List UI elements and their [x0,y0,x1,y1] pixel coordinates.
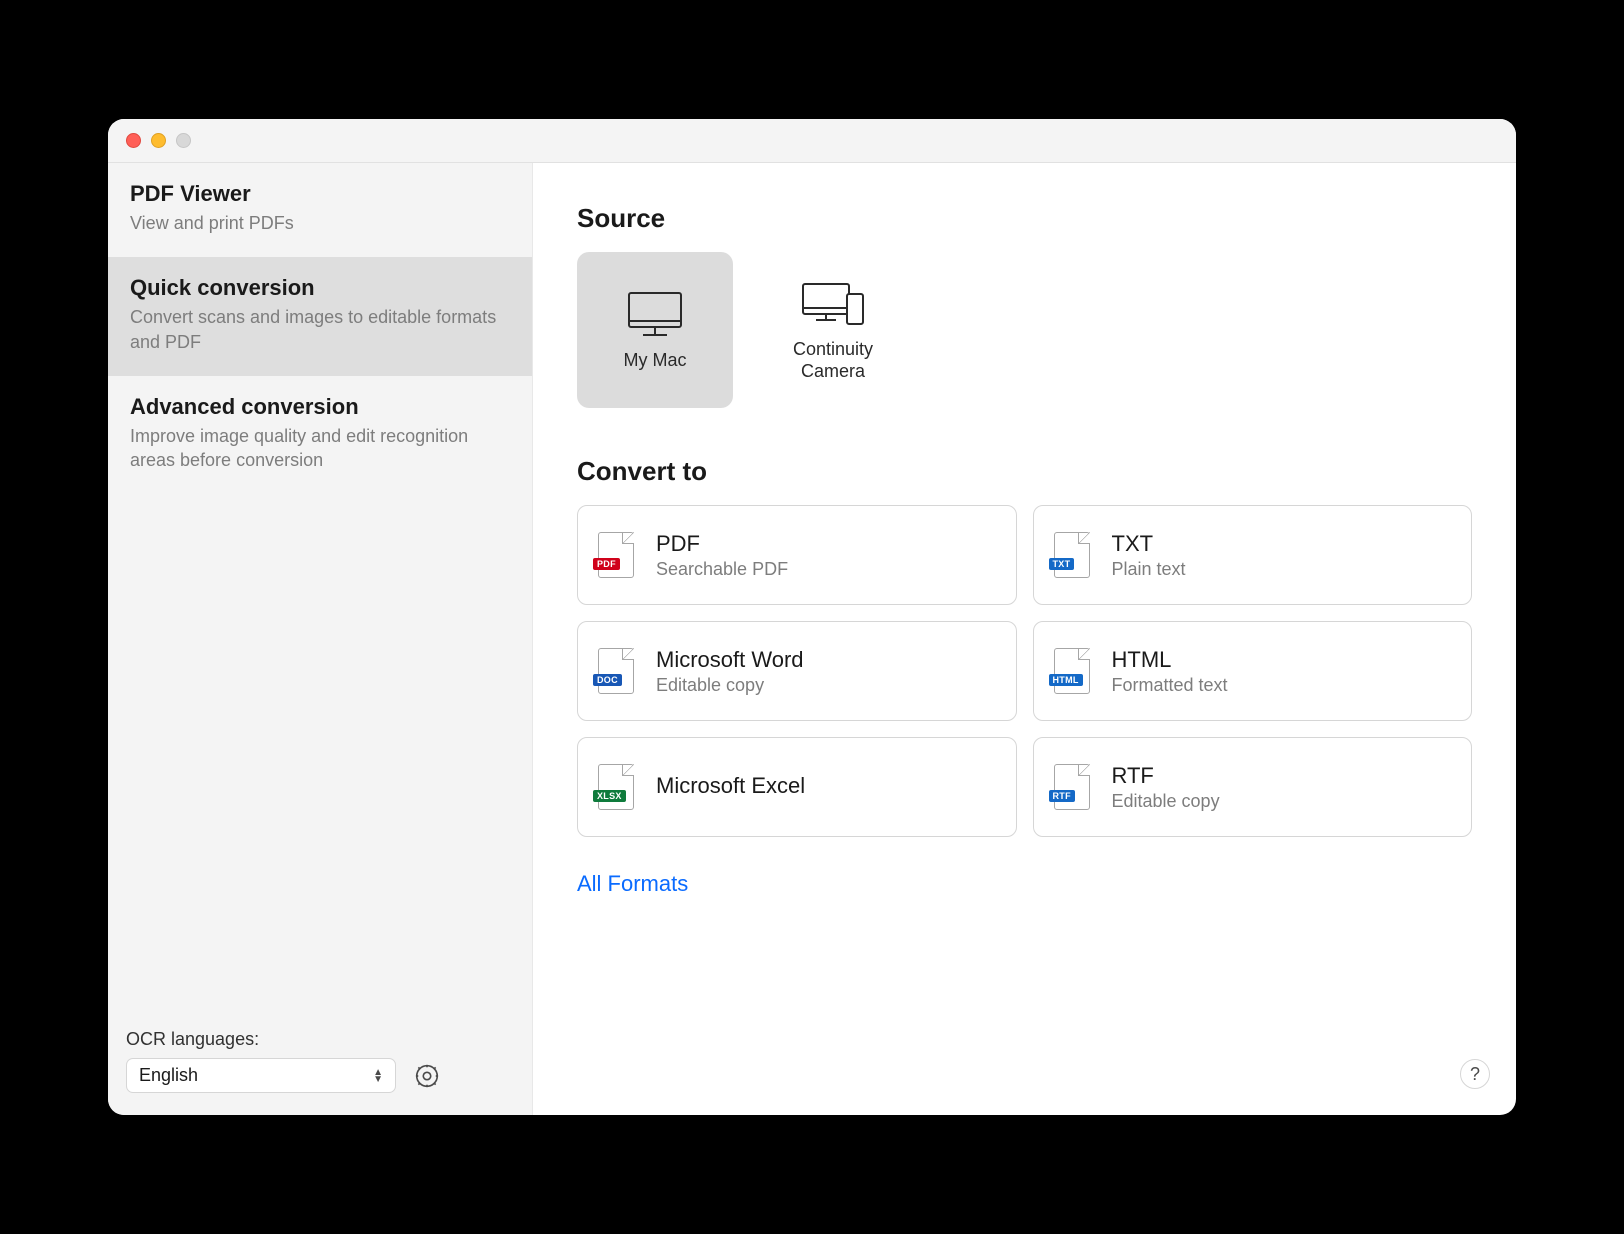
sidebar-footer: OCR languages: English ▲▼ [108,1015,532,1115]
close-icon[interactable] [126,133,141,148]
ocr-languages-label: OCR languages: [126,1029,514,1050]
ocr-language-value: English [139,1065,198,1086]
help-button[interactable]: ? [1460,1059,1490,1089]
format-title: TXT [1112,531,1186,557]
format-title: Microsoft Excel [656,773,805,799]
convert-heading: Convert to [577,456,1472,487]
source-my-mac[interactable]: My Mac [577,252,733,408]
source-heading: Source [577,203,1472,234]
app-window: PDF Viewer View and print PDFs Quick con… [108,119,1516,1115]
sidebar-item-pdf-viewer[interactable]: PDF Viewer View and print PDFs [108,163,532,257]
desktop-icon [623,289,687,339]
format-sub: Plain text [1112,559,1186,580]
sidebar-item-title: Advanced conversion [130,394,510,420]
all-formats-link[interactable]: All Formats [577,871,1472,897]
main-panel: Source My Mac [533,163,1516,1115]
txt-file-icon: TXT [1054,532,1090,578]
format-pdf[interactable]: PDF PDF Searchable PDF [577,505,1017,605]
format-txt[interactable]: TXT TXT Plain text [1033,505,1473,605]
sidebar-item-title: PDF Viewer [130,181,510,207]
sidebar-item-title: Quick conversion [130,275,510,301]
format-title: HTML [1112,647,1228,673]
pdf-file-icon: PDF [598,532,634,578]
source-row: My Mac Continuity Camera [577,252,1472,408]
sidebar-items: PDF Viewer View and print PDFs Quick con… [108,163,532,1015]
formats-grid: PDF PDF Searchable PDF TXT TXT Plain tex… [577,505,1472,837]
zoom-icon [176,133,191,148]
rtf-file-icon: RTF [1054,764,1090,810]
ocr-row: English ▲▼ [126,1058,514,1093]
sidebar-item-desc: Improve image quality and edit recogniti… [130,424,510,473]
format-sub: Searchable PDF [656,559,788,580]
minimize-icon[interactable] [151,133,166,148]
window-body: PDF Viewer View and print PDFs Quick con… [108,163,1516,1115]
format-title: RTF [1112,763,1220,789]
format-sub: Editable copy [656,675,804,696]
sidebar-item-desc: Convert scans and images to editable for… [130,305,510,354]
format-excel[interactable]: XLSX Microsoft Excel [577,737,1017,837]
source-label: Continuity Camera [765,338,901,383]
ocr-language-select[interactable]: English ▲▼ [126,1058,396,1093]
sidebar: PDF Viewer View and print PDFs Quick con… [108,163,533,1115]
sidebar-item-advanced-conversion[interactable]: Advanced conversion Improve image qualit… [108,376,532,495]
format-sub: Editable copy [1112,791,1220,812]
help-icon: ? [1470,1064,1480,1085]
sidebar-item-desc: View and print PDFs [130,211,510,235]
settings-button[interactable] [410,1059,444,1093]
format-rtf[interactable]: RTF RTF Editable copy [1033,737,1473,837]
format-word[interactable]: DOC Microsoft Word Editable copy [577,621,1017,721]
format-title: PDF [656,531,788,557]
chevron-up-down-icon: ▲▼ [373,1069,383,1083]
xlsx-file-icon: XLSX [598,764,634,810]
gear-icon [413,1062,441,1090]
continuity-camera-icon [799,278,867,328]
format-html[interactable]: HTML HTML Formatted text [1033,621,1473,721]
source-continuity-camera[interactable]: Continuity Camera [755,252,911,408]
source-label: My Mac [624,349,687,372]
html-file-icon: HTML [1054,648,1090,694]
titlebar [108,119,1516,163]
format-title: Microsoft Word [656,647,804,673]
sidebar-item-quick-conversion[interactable]: Quick conversion Convert scans and image… [108,257,532,376]
doc-file-icon: DOC [598,648,634,694]
format-sub: Formatted text [1112,675,1228,696]
